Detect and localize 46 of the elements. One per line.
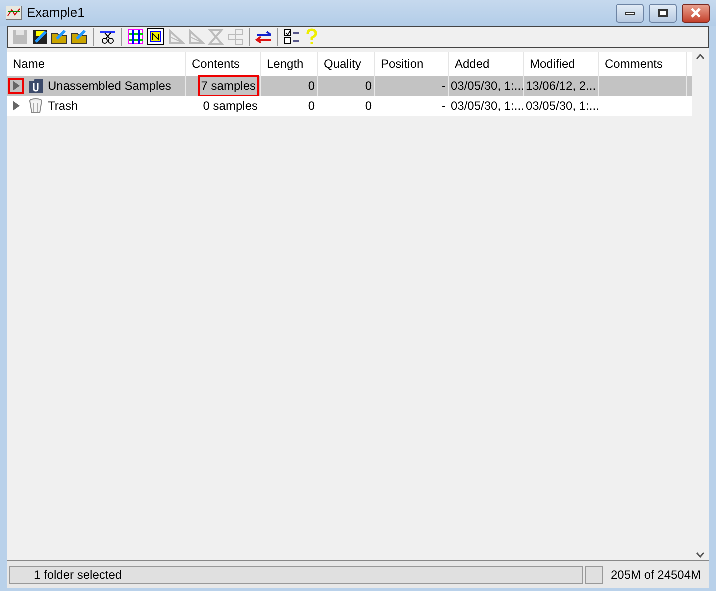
hourglass-icon [206, 28, 224, 46]
toolbar-button[interactable] [70, 28, 89, 46]
tree-icon [226, 28, 244, 46]
memory-status: 205M of 24504M [610, 566, 702, 584]
toolbar-button[interactable] [282, 28, 301, 46]
table-cell-text: 03/05/30, 1:... [525, 98, 600, 115]
status-panel [585, 566, 603, 584]
table-cell-text: 13/06/12, 2... [525, 78, 598, 95]
expand-toggle[interactable] [8, 78, 24, 94]
table-cell-text: - [441, 98, 447, 115]
table-cell-text: 0 [364, 78, 373, 95]
folder-icon [28, 78, 44, 94]
table-cell-text: 0 [307, 98, 316, 115]
window-title: Example1 [27, 4, 85, 22]
name-cell-text: Trash [48, 98, 78, 115]
scissors-icon [98, 28, 116, 46]
toolbar-button[interactable] [146, 28, 165, 46]
close-button[interactable] [682, 4, 710, 22]
table-cell-text: 0 [307, 78, 316, 95]
floppy-icon [10, 28, 28, 46]
grid-icon [146, 28, 164, 46]
table-row[interactable]: Unassembled Samples 7 samples 0 0 - 03/05/30, 1:...13/06/12, 2... [7, 76, 692, 96]
table-cell-text: 03/05/30, 1:... [450, 78, 526, 95]
grid-icon [126, 28, 144, 46]
close-icon [690, 8, 702, 18]
triangle-icon [166, 28, 184, 46]
checklist-icon [282, 28, 300, 46]
table-cell-text: 0 samples [202, 98, 259, 115]
scroll-down-icon [696, 552, 705, 558]
toolbar-button[interactable] [50, 28, 69, 46]
name-cell-text: Unassembled Samples [48, 78, 172, 95]
table-cell-text: 03/05/30, 1:... [450, 98, 526, 115]
trash-icon [28, 98, 44, 114]
triangle-icon [186, 28, 204, 46]
table-cell-text: 0 [364, 98, 373, 115]
table-cell-text: - [441, 78, 447, 95]
folder-arrow-icon [50, 28, 68, 46]
folder-arrow-icon [70, 28, 88, 46]
table-row[interactable]: Trash 0 samples 0 0 - 03/05/30, 1:...03/05/30, 1:... [7, 96, 692, 116]
toolbar-button[interactable] [126, 28, 145, 46]
scroll-up-icon [696, 54, 705, 60]
app-icon [6, 6, 22, 20]
minimize-button[interactable] [616, 4, 644, 22]
toolbar-button[interactable] [30, 28, 49, 46]
maximize-button[interactable] [649, 4, 677, 22]
status-message: 1 folder selected [9, 566, 583, 584]
